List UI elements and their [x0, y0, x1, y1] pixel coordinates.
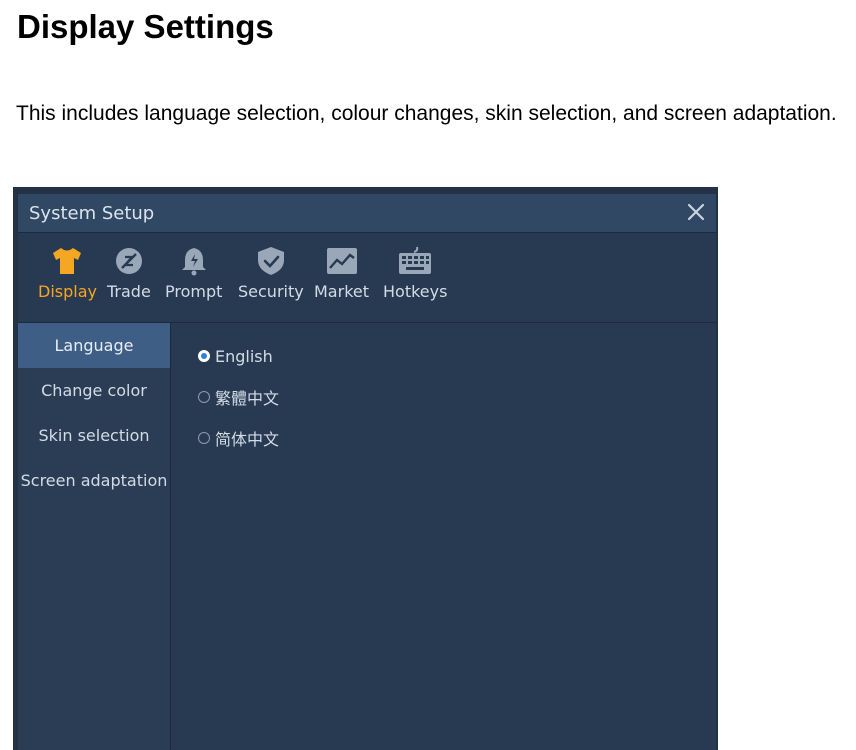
- tab-market[interactable]: Market: [314, 246, 369, 301]
- tab-hotkeys[interactable]: Hotkeys: [383, 246, 447, 301]
- bell-icon: [181, 248, 206, 276]
- language-option-label: English: [215, 346, 273, 366]
- radio-button[interactable]: [198, 432, 210, 444]
- language-option-label: 简体中文: [215, 430, 280, 449]
- tab-display[interactable]: Display: [38, 246, 97, 301]
- tab-display-label: Display: [38, 282, 97, 301]
- system-setup-dialog: System Setup Display Trade Prompt Securi…: [13, 187, 718, 750]
- language-panel: English 繁體中文 简体中文: [171, 323, 716, 750]
- language-option-english[interactable]: English: [198, 345, 273, 367]
- tab-security[interactable]: Security: [238, 246, 304, 301]
- dialog-body: System Setup Display Trade Prompt Securi…: [18, 194, 716, 750]
- settings-toolbar: Display Trade Prompt Security Market Hot…: [18, 233, 716, 323]
- tab-trade[interactable]: Trade: [107, 246, 151, 301]
- tab-security-label: Security: [238, 282, 304, 301]
- tab-trade-label: Trade: [107, 282, 151, 301]
- radio-button[interactable]: [198, 391, 210, 403]
- chart-icon: [326, 248, 357, 274]
- dialog-title: System Setup: [29, 203, 155, 224]
- sidebar-item-skin-selection[interactable]: Skin selection: [18, 413, 170, 458]
- shield-icon: [257, 247, 284, 275]
- tab-prompt-label: Prompt: [165, 282, 223, 301]
- language-option-traditional-chinese[interactable]: 繁體中文: [198, 386, 279, 408]
- page-description: This includes language selection, colour…: [16, 102, 837, 125]
- page-title: Display Settings: [17, 8, 274, 45]
- sidebar-item-screen-adaptation[interactable]: Screen adaptation: [18, 458, 170, 503]
- tab-prompt[interactable]: Prompt: [165, 246, 222, 301]
- sidebar-item-change-color[interactable]: Change color: [18, 368, 170, 413]
- language-option-simplified-chinese[interactable]: 简体中文: [198, 427, 279, 449]
- trade-icon: [115, 248, 142, 274]
- tab-hotkeys-label: Hotkeys: [383, 282, 448, 301]
- radio-button-checked[interactable]: [198, 350, 210, 362]
- dialog-titlebar: System Setup: [18, 194, 716, 233]
- keyboard-icon: [399, 246, 432, 274]
- settings-sidebar: Language Change color Skin selection Scr…: [18, 323, 171, 750]
- close-icon[interactable]: [684, 200, 708, 224]
- shirt-icon: [53, 248, 82, 274]
- sidebar-item-language[interactable]: Language: [18, 323, 170, 368]
- language-option-label: 繁體中文: [215, 389, 280, 408]
- tab-market-label: Market: [314, 282, 369, 301]
